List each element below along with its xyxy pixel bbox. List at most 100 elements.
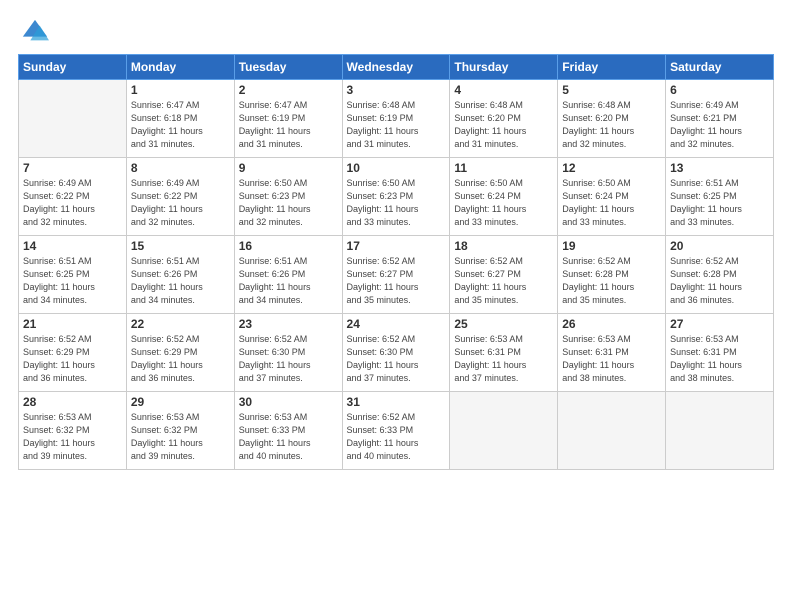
calendar-cell: 23 Sunrise: 6:52 AM Sunset: 6:30 PM Dayli… [234,314,342,392]
calendar-cell: 7Sunrise: 6:49 AM Sunset: 6:22 PM Daylig… [19,158,127,236]
day-number: 10 [347,161,446,175]
day-info: Sunrise: 6:52 AM Sunset: 6:33 PM Dayligh… [347,411,446,463]
day-info: Sunrise: 6:52 AM Sunset: 6:28 PM Dayligh… [670,255,769,307]
calendar-cell: 3 Sunrise: 6:48 AM Sunset: 6:19 PM Daylig… [342,80,450,158]
day-number: 17 [347,239,446,253]
day-number: 27 [670,317,769,331]
day-info: Sunrise: 6:49 AM Sunset: 6:22 PM Dayligh… [131,177,230,229]
calendar-cell: 31 Sunrise: 6:52 AM Sunset: 6:33 PM Dayli… [342,392,450,470]
calendar-cell: 24Sunrise: 6:52 AM Sunset: 6:30 PM Dayli… [342,314,450,392]
day-info: Sunrise: 6:50 AM Sunset: 6:24 PM Dayligh… [454,177,553,229]
calendar-cell: 14 Sunrise: 6:51 AM Sunset: 6:25 PM Dayli… [19,236,127,314]
day-info: Sunrise: 6:53 AM Sunset: 6:32 PM Dayligh… [23,411,122,463]
calendar-cell: 21Sunrise: 6:52 AM Sunset: 6:29 PM Dayli… [19,314,127,392]
calendar-cell: 22 Sunrise: 6:52 AM Sunset: 6:29 PM Dayli… [126,314,234,392]
day-info: Sunrise: 6:50 AM Sunset: 6:23 PM Dayligh… [347,177,446,229]
day-info: Sunrise: 6:48 AM Sunset: 6:19 PM Dayligh… [347,99,446,151]
day-info: Sunrise: 6:52 AM Sunset: 6:29 PM Dayligh… [131,333,230,385]
day-info: Sunrise: 6:50 AM Sunset: 6:23 PM Dayligh… [239,177,338,229]
calendar-cell [19,80,127,158]
day-info: Sunrise: 6:51 AM Sunset: 6:26 PM Dayligh… [239,255,338,307]
calendar-cell: 8 Sunrise: 6:49 AM Sunset: 6:22 PM Daylig… [126,158,234,236]
weekday-header-thursday: Thursday [450,55,558,80]
day-number: 5 [562,83,661,97]
weekday-header-row: SundayMondayTuesdayWednesdayThursdayFrid… [19,55,774,80]
day-info: Sunrise: 6:53 AM Sunset: 6:31 PM Dayligh… [454,333,553,385]
day-number: 12 [562,161,661,175]
calendar-cell: 2 Sunrise: 6:47 AM Sunset: 6:19 PM Daylig… [234,80,342,158]
day-info: Sunrise: 6:51 AM Sunset: 6:26 PM Dayligh… [131,255,230,307]
week-row-2: 14 Sunrise: 6:51 AM Sunset: 6:25 PM Dayli… [19,236,774,314]
day-info: Sunrise: 6:47 AM Sunset: 6:19 PM Dayligh… [239,99,338,151]
day-number: 15 [131,239,230,253]
calendar-cell: 20Sunrise: 6:52 AM Sunset: 6:28 PM Dayli… [666,236,774,314]
day-info: Sunrise: 6:53 AM Sunset: 6:31 PM Dayligh… [670,333,769,385]
weekday-header-sunday: Sunday [19,55,127,80]
day-number: 4 [454,83,553,97]
day-info: Sunrise: 6:48 AM Sunset: 6:20 PM Dayligh… [562,99,661,151]
day-number: 8 [131,161,230,175]
page: SundayMondayTuesdayWednesdayThursdayFrid… [0,0,792,612]
calendar-body: 1 Sunrise: 6:47 AM Sunset: 6:18 PM Daylig… [19,80,774,470]
day-number: 14 [23,239,122,253]
calendar-cell: 9 Sunrise: 6:50 AM Sunset: 6:23 PM Daylig… [234,158,342,236]
day-number: 23 [239,317,338,331]
calendar-cell: 19 Sunrise: 6:52 AM Sunset: 6:28 PM Dayli… [558,236,666,314]
day-number: 18 [454,239,553,253]
day-info: Sunrise: 6:49 AM Sunset: 6:21 PM Dayligh… [670,99,769,151]
day-info: Sunrise: 6:52 AM Sunset: 6:28 PM Dayligh… [562,255,661,307]
weekday-header-monday: Monday [126,55,234,80]
day-number: 11 [454,161,553,175]
calendar-cell: 27 Sunrise: 6:53 AM Sunset: 6:31 PM Dayli… [666,314,774,392]
day-info: Sunrise: 6:47 AM Sunset: 6:18 PM Dayligh… [131,99,230,151]
calendar-cell: 1 Sunrise: 6:47 AM Sunset: 6:18 PM Daylig… [126,80,234,158]
day-info: Sunrise: 6:53 AM Sunset: 6:33 PM Dayligh… [239,411,338,463]
day-number: 22 [131,317,230,331]
day-number: 2 [239,83,338,97]
day-number: 19 [562,239,661,253]
weekday-header-saturday: Saturday [666,55,774,80]
day-info: Sunrise: 6:52 AM Sunset: 6:30 PM Dayligh… [347,333,446,385]
day-info: Sunrise: 6:52 AM Sunset: 6:29 PM Dayligh… [23,333,122,385]
calendar-cell: 13Sunrise: 6:51 AM Sunset: 6:25 PM Dayli… [666,158,774,236]
logo [18,18,49,42]
day-info: Sunrise: 6:53 AM Sunset: 6:31 PM Dayligh… [562,333,661,385]
day-number: 31 [347,395,446,409]
day-number: 25 [454,317,553,331]
day-number: 29 [131,395,230,409]
calendar-cell [558,392,666,470]
day-number: 26 [562,317,661,331]
calendar-cell: 11 Sunrise: 6:50 AM Sunset: 6:24 PM Dayli… [450,158,558,236]
calendar-cell: 6Sunrise: 6:49 AM Sunset: 6:21 PM Daylig… [666,80,774,158]
day-number: 30 [239,395,338,409]
calendar-cell: 25 Sunrise: 6:53 AM Sunset: 6:31 PM Dayli… [450,314,558,392]
header [18,18,774,42]
day-info: Sunrise: 6:52 AM Sunset: 6:30 PM Dayligh… [239,333,338,385]
calendar-cell: 5 Sunrise: 6:48 AM Sunset: 6:20 PM Daylig… [558,80,666,158]
day-info: Sunrise: 6:49 AM Sunset: 6:22 PM Dayligh… [23,177,122,229]
calendar-cell: 12 Sunrise: 6:50 AM Sunset: 6:24 PM Dayli… [558,158,666,236]
day-number: 3 [347,83,446,97]
calendar-cell: 10 Sunrise: 6:50 AM Sunset: 6:23 PM Dayli… [342,158,450,236]
day-number: 9 [239,161,338,175]
day-number: 1 [131,83,230,97]
day-info: Sunrise: 6:50 AM Sunset: 6:24 PM Dayligh… [562,177,661,229]
calendar-table: SundayMondayTuesdayWednesdayThursdayFrid… [18,54,774,470]
calendar-cell: 17Sunrise: 6:52 AM Sunset: 6:27 PM Dayli… [342,236,450,314]
day-number: 16 [239,239,338,253]
weekday-header-wednesday: Wednesday [342,55,450,80]
calendar-cell: 26 Sunrise: 6:53 AM Sunset: 6:31 PM Dayli… [558,314,666,392]
week-row-1: 7Sunrise: 6:49 AM Sunset: 6:22 PM Daylig… [19,158,774,236]
day-info: Sunrise: 6:48 AM Sunset: 6:20 PM Dayligh… [454,99,553,151]
day-info: Sunrise: 6:52 AM Sunset: 6:27 PM Dayligh… [454,255,553,307]
calendar-cell: 16 Sunrise: 6:51 AM Sunset: 6:26 PM Dayli… [234,236,342,314]
calendar-cell: 30 Sunrise: 6:53 AM Sunset: 6:33 PM Dayli… [234,392,342,470]
day-info: Sunrise: 6:51 AM Sunset: 6:25 PM Dayligh… [23,255,122,307]
weekday-header-tuesday: Tuesday [234,55,342,80]
calendar-cell: 18 Sunrise: 6:52 AM Sunset: 6:27 PM Dayli… [450,236,558,314]
calendar-cell [450,392,558,470]
week-row-0: 1 Sunrise: 6:47 AM Sunset: 6:18 PM Daylig… [19,80,774,158]
calendar-cell: 28Sunrise: 6:53 AM Sunset: 6:32 PM Dayli… [19,392,127,470]
week-row-4: 28Sunrise: 6:53 AM Sunset: 6:32 PM Dayli… [19,392,774,470]
day-number: 13 [670,161,769,175]
